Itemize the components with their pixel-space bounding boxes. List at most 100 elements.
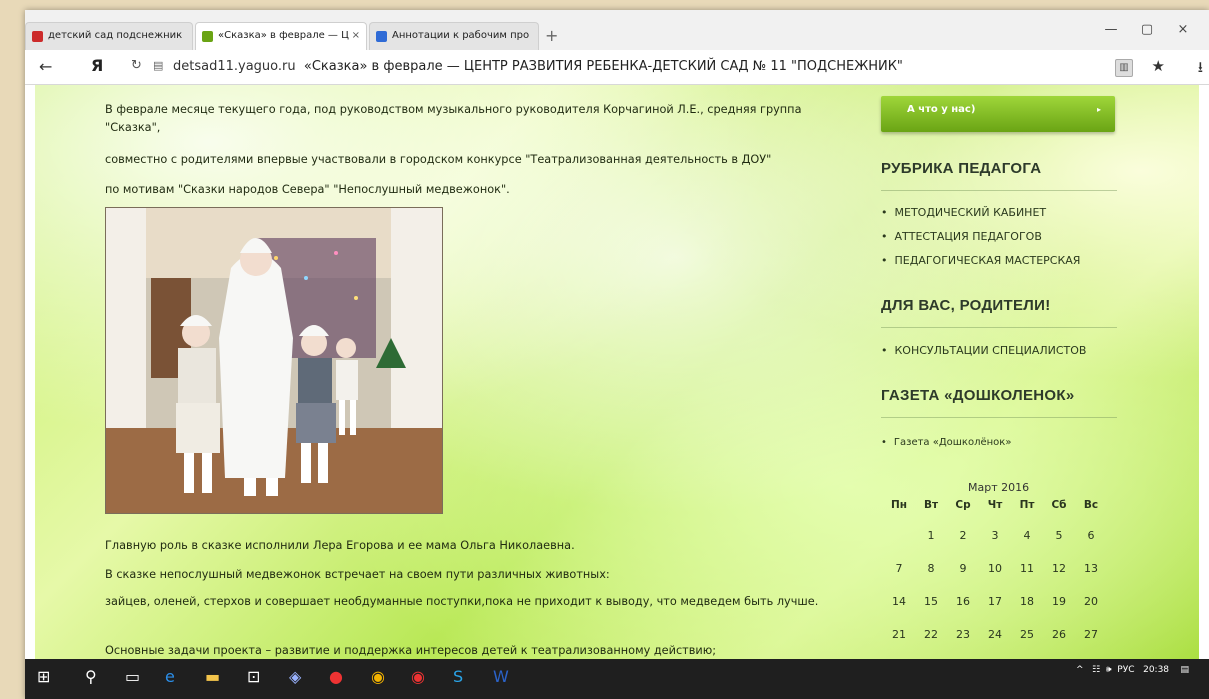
divider	[881, 327, 1117, 328]
tab-label: детский сад подснежник	[48, 30, 183, 41]
tab-label: «Сказка» в феврале — Ц	[218, 30, 349, 41]
calendar-day-header: Чт	[987, 499, 1003, 511]
tab-favicon-icon	[32, 31, 43, 42]
calendar-date[interactable]: 9	[947, 562, 979, 575]
calendar-date[interactable]: 25	[1011, 628, 1043, 641]
sidebar-link[interactable]: МЕТОДИЧЕСКИЙ КАБИНЕТ	[881, 201, 1080, 225]
sidebar-link[interactable]: КОНСУЛЬТАЦИИ СПЕЦИАЛИСТОВ	[881, 339, 1087, 363]
calendar-date[interactable]: 12	[1043, 562, 1075, 575]
calendar-date[interactable]: 20	[1075, 595, 1107, 608]
yandex-logo-icon[interactable]: Я	[91, 56, 103, 75]
file-explorer-icon[interactable]: ▬	[205, 667, 220, 686]
url-field[interactable]: detsad11.yaguo.ru «Сказка» в феврале — Ц…	[173, 59, 903, 74]
yandex-browser-icon[interactable]: ●	[329, 667, 343, 686]
calendar-date[interactable]: 22	[915, 628, 947, 641]
calendar-date[interactable]: 17	[979, 595, 1011, 608]
sidebar-link[interactable]: АТТЕСТАЦИЯ ПЕДАГОГОВ	[881, 225, 1080, 249]
article-paragraph: В феврале месяце текущего года, под руко…	[105, 103, 802, 134]
reload-icon[interactable]: ↻	[131, 58, 142, 73]
task-view-icon[interactable]: ▭	[125, 667, 140, 686]
windows-taskbar: ⊞ ⚲ ▭ e ▬ ⊡ ◈ ● ◉ ◉ S W ^ ☷ 🕪 РУС 20:38 …	[25, 659, 1209, 699]
calendar-date[interactable]: 14	[883, 595, 915, 608]
parents-links-list: КОНСУЛЬТАЦИИ СПЕЦИАЛИСТОВ	[881, 339, 1087, 363]
download-icon[interactable]: ⭳	[1198, 57, 1203, 82]
teacher-links-list: МЕТОДИЧЕСКИЙ КАБИНЕТ АТТЕСТАЦИЯ ПЕДАГОГО…	[881, 201, 1081, 273]
calendar-date[interactable]: 13	[1075, 562, 1107, 575]
chrome-icon[interactable]: ◉	[371, 667, 385, 686]
tab-skazka[interactable]: «Сказка» в феврале — Ц ×	[195, 22, 367, 50]
article-paragraph: зайцев, оленей, стерхов и совершает необ…	[105, 595, 819, 608]
calendar-date[interactable]: 1	[915, 529, 947, 542]
calendar-date[interactable]: 24	[979, 628, 1011, 641]
calendar-date[interactable]: 8	[915, 562, 947, 575]
calendar-date[interactable]: 6	[1075, 529, 1107, 542]
word-icon[interactable]: W	[493, 667, 509, 686]
article-paragraph: Главную роль в сказке исполнили Лера Его…	[105, 539, 575, 552]
network-icon[interactable]: ☷	[1092, 665, 1100, 675]
store-icon[interactable]: ⊡	[247, 667, 260, 686]
calendar-caption: Март 2016	[968, 481, 1030, 494]
close-window-button[interactable]: ×	[1165, 22, 1201, 37]
sidebar-link[interactable]: ПЕДАГОГИЧЕСКАЯ МАСТЕРСКАЯ	[881, 249, 1081, 273]
tab-detsad[interactable]: детский сад подснежник	[25, 22, 193, 50]
sidebar-heading-teacher: РУБРИКА ПЕДАГОГА	[881, 160, 1042, 177]
calendar-day-header: Пт	[1019, 499, 1035, 511]
menu-dropdown-button[interactable]: А что у нас) ▸	[881, 96, 1115, 132]
calendar-day-header: Вс	[1083, 499, 1099, 511]
tab-favicon-icon	[376, 31, 387, 42]
tab-label: Аннотации к рабочим про	[392, 30, 530, 41]
url-domain: detsad11.yaguo.ru	[173, 59, 296, 74]
back-arrow-icon[interactable]: ←	[39, 57, 52, 76]
app-icon[interactable]: ◈	[289, 667, 301, 686]
calendar-date[interactable]: 16	[947, 595, 979, 608]
calendar-date[interactable]: 23	[947, 628, 979, 641]
article-paragraph: Основные задачи проекта – развитие и под…	[105, 644, 717, 657]
divider	[881, 417, 1117, 418]
language-indicator[interactable]: РУС	[1117, 665, 1134, 675]
calendar-date[interactable]: 27	[1075, 628, 1107, 641]
divider	[881, 190, 1117, 191]
windows-start-icon[interactable]: ⊞	[37, 667, 50, 686]
volume-icon[interactable]: 🕪	[1106, 665, 1112, 675]
calendar-date[interactable]: 21	[883, 628, 915, 641]
calendar-date[interactable]: 15	[915, 595, 947, 608]
yandex-active-icon[interactable]: ◉	[411, 667, 425, 686]
calendar-date[interactable]: 18	[1011, 595, 1043, 608]
minimize-button[interactable]: —	[1093, 22, 1129, 37]
calendar-day-header: Ср	[955, 499, 971, 511]
calendar-date[interactable]: 2	[947, 529, 979, 542]
clock[interactable]: 20:38	[1143, 665, 1169, 675]
calendar-day-header: Сб	[1051, 499, 1067, 511]
calendar-date[interactable]: 11	[1011, 562, 1043, 575]
address-bar: ← Я ↻ ▤ detsad11.yaguo.ru «Сказка» в фев…	[25, 50, 1209, 85]
search-icon[interactable]: ⚲	[85, 667, 97, 686]
page-action-icon[interactable]: ▥	[1115, 59, 1133, 77]
notifications-icon[interactable]: ▤	[1180, 665, 1189, 675]
calendar-date[interactable]: 5	[1043, 529, 1075, 542]
edge-icon[interactable]: e	[165, 667, 175, 686]
tab-close-icon[interactable]: ×	[352, 23, 360, 49]
bookmark-star-icon[interactable]: ★	[1152, 57, 1165, 75]
skype-icon[interactable]: S	[453, 667, 463, 686]
calendar-date[interactable]: 3	[979, 529, 1011, 542]
tray-chevron-icon[interactable]: ^	[1076, 665, 1084, 675]
newspaper-links-list: Газета «Дошколёнок»	[881, 431, 1012, 455]
tab-favicon-icon	[202, 31, 213, 42]
article-photo	[105, 207, 443, 514]
browser-window: детский сад подснежник «Сказка» в феврал…	[25, 10, 1209, 699]
maximize-button[interactable]: ▢	[1129, 22, 1165, 37]
calendar-date[interactable]: 19	[1043, 595, 1075, 608]
calendar-date[interactable]: 10	[979, 562, 1011, 575]
menu-button-label: А что у нас)	[907, 104, 976, 115]
sidebar-link[interactable]: Газета «Дошколёнок»	[881, 431, 1012, 455]
page-content: В феврале месяце текущего года, под руко…	[35, 85, 1199, 659]
tab-annotations[interactable]: Аннотации к рабочим про	[369, 22, 539, 50]
calendar-date[interactable]: 26	[1043, 628, 1075, 641]
url-page-title: «Сказка» в феврале — ЦЕНТР РАЗВИТИЯ РЕБЕ…	[303, 59, 903, 74]
site-info-icon[interactable]: ▤	[153, 59, 163, 72]
calendar-date[interactable]: 7	[883, 562, 915, 575]
sidebar-heading-parents: ДЛЯ ВАС, РОДИТЕЛИ!	[881, 297, 1051, 314]
new-tab-button[interactable]: +	[545, 26, 558, 45]
calendar-date[interactable]: 4	[1011, 529, 1043, 542]
system-tray: ^ ☷ 🕪 РУС 20:38 ▤	[1076, 665, 1189, 675]
